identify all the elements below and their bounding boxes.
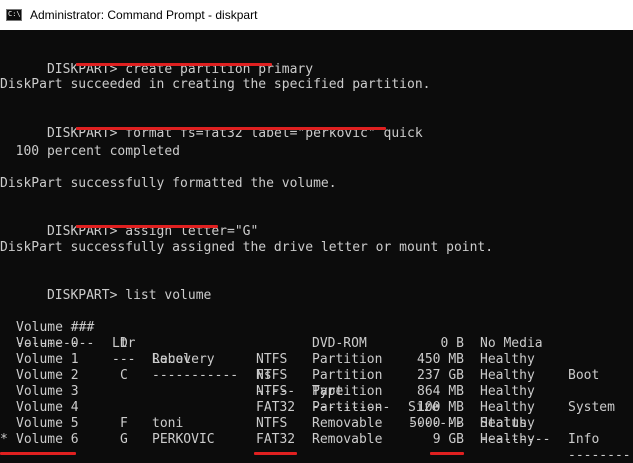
cell-marker — [0, 416, 8, 432]
console-line-output-3: DiskPart successfully assigned the drive… — [0, 240, 494, 255]
cell-marker — [0, 400, 8, 416]
volume-table-header: Volume ### Ltr Label Fs Type Size Status… — [0, 304, 633, 447]
cell-fs: NTFS — [256, 352, 288, 367]
cell-ltr: C — [120, 368, 128, 383]
cell-type: Partition — [312, 368, 383, 383]
cell-label: toni — [152, 416, 184, 431]
cell-info: Boot — [568, 368, 600, 383]
cell-size: 864 MB — [417, 384, 464, 399]
console-output[interactable]: DISKPART> create partition primary DiskP… — [0, 30, 633, 463]
volume-table-row: Volume 5 Ftoni NTFS Removable 5000 MB Healthy — [0, 416, 633, 432]
cell-fs: FAT32 — [256, 400, 296, 415]
cell-size: 450 MB — [417, 352, 464, 367]
cell-fs: FAT32 — [256, 432, 296, 447]
command-prompt-icon[interactable]: C:\ — [6, 9, 22, 21]
cell-marker — [0, 384, 8, 400]
cell-volume: Volume 3 — [16, 384, 79, 399]
highlight-underline — [76, 225, 218, 228]
command-text: list volume — [125, 288, 212, 303]
cell-size: 9 GB — [432, 432, 464, 447]
cell-size: 100 MB — [417, 400, 464, 415]
cell-volume: Volume 1 — [16, 352, 79, 367]
cell-fs: NTFS — [256, 368, 288, 383]
cell-status: Healthy — [480, 432, 535, 447]
console-line-command-2: DISKPART> format fs=fat32 label="perkovi… — [0, 110, 423, 141]
cell-status: Healthy — [480, 368, 535, 383]
volume-table-row: Volume 1 Recovery NTFS Partition 450 MB Healt… — [0, 352, 633, 368]
cell-size: 0 B — [440, 336, 464, 351]
cell-fs: NTFS — [256, 416, 288, 431]
command-prompt-icon-text: C:\ — [8, 10, 21, 18]
cell-type: DVD-ROM — [312, 336, 367, 351]
cell-ltr: G — [120, 432, 128, 447]
highlight-underline — [76, 63, 272, 66]
volume-table-row: Volume 4 FAT32 Partition 100 MB Healthy Syste… — [0, 400, 633, 416]
cell-volume: Volume 2 — [16, 368, 79, 383]
cell-status: Healthy — [480, 416, 535, 431]
volume-table-row: Volume 0 D DVD-ROM 0 B No Media — [0, 336, 633, 352]
cell-status: No Media — [480, 336, 543, 351]
cell-volume: Volume 0 — [16, 336, 79, 351]
volume-table-separator: ---------- --- ----------- ----- -------… — [0, 320, 633, 463]
volume-table-row: * Volume 6 G PERKOVIC FAT32 Removable 9 GB Heal… — [0, 432, 633, 448]
cell-status: Healthy — [480, 384, 535, 399]
cell-marker — [0, 336, 8, 352]
window-title: Administrator: Command Prompt - diskpart — [30, 8, 258, 22]
highlight-underline — [430, 452, 464, 455]
cell-size: 5000 MB — [409, 416, 464, 431]
cell-type: Partition — [312, 384, 383, 399]
cell-label: Recovery — [152, 352, 215, 367]
console-line-output-2: DiskPart successfully formatted the volu… — [0, 176, 337, 191]
cell-fs: NTFS — [256, 384, 288, 399]
cell-marker — [0, 352, 8, 368]
cell-size: 237 GB — [417, 368, 464, 383]
console-line-command-4: DISKPART> list volume — [0, 272, 211, 303]
console-line-command-3: DISKPART> assign letter="G" — [0, 208, 258, 239]
cell-type: Partition — [312, 352, 383, 367]
title-bar[interactable]: C:\ Administrator: Command Prompt - disk… — [0, 0, 633, 30]
cell-volume: Volume 4 — [16, 400, 79, 415]
cell-label: PERKOVIC — [152, 432, 215, 447]
highlight-underline — [76, 127, 386, 130]
cell-status: Healthy — [480, 400, 535, 415]
highlight-underline — [254, 452, 297, 455]
cell-ltr: F — [120, 416, 128, 431]
cell-ltr: D — [120, 336, 128, 351]
console-line-progress: 100 percent completed — [0, 144, 181, 159]
cell-volume: Volume 5 — [16, 416, 79, 431]
cell-volume: Volume 6 — [16, 432, 79, 447]
console-line-output-1: DiskPart succeeded in creating the speci… — [0, 77, 431, 92]
volume-table-row: Volume 3 NTFS Partition 864 MB Healthy — [0, 384, 633, 400]
cell-type: Partition — [312, 400, 383, 415]
volume-table-row: Volume 2 C NTFS Partition 237 GB Healthy Boot — [0, 368, 633, 384]
cell-marker: * — [0, 432, 8, 447]
cell-status: Healthy — [480, 352, 535, 367]
prompt: DISKPART> — [46, 288, 126, 303]
cell-info: System — [568, 400, 615, 415]
command-prompt-window[interactable]: C:\ Administrator: Command Prompt - disk… — [0, 0, 633, 463]
separator: -------- — [568, 448, 631, 463]
cell-marker — [0, 368, 8, 384]
highlight-underline — [0, 452, 76, 455]
console-line-command-1: DISKPART> create partition primary — [0, 46, 313, 77]
cell-type: Removable — [312, 432, 383, 447]
cell-type: Removable — [312, 416, 383, 431]
